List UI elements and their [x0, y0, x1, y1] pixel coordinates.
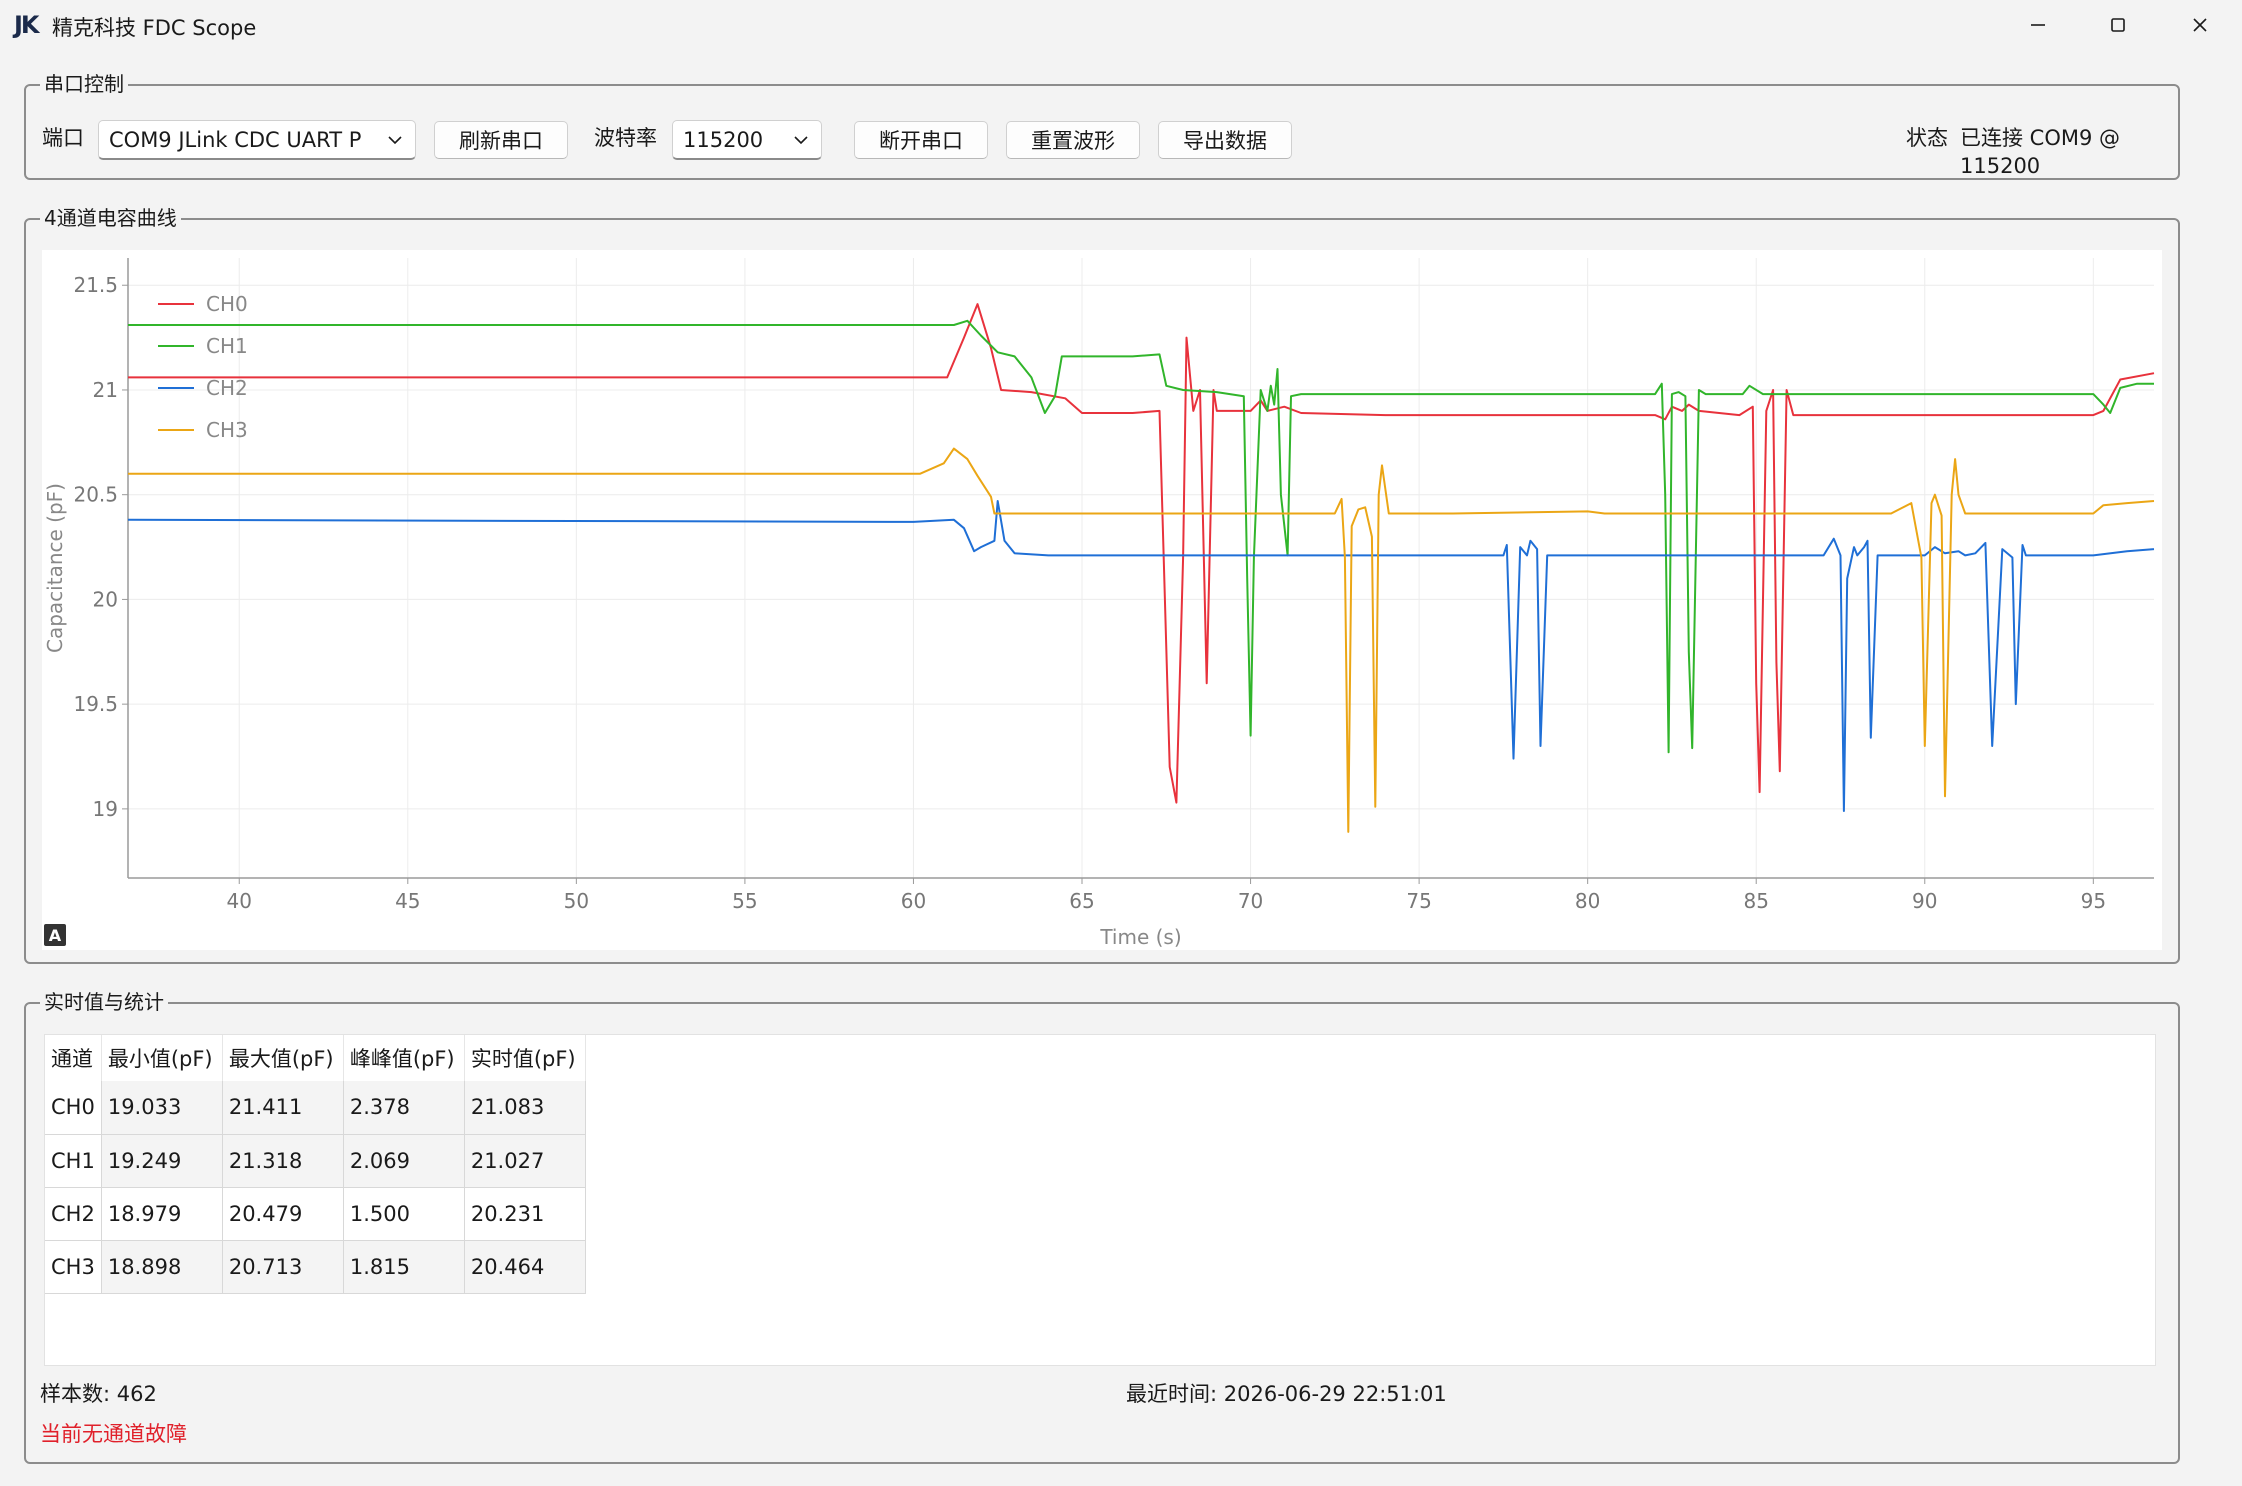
baud-select[interactable]: 115200	[672, 120, 822, 160]
x-tick-label: 55	[732, 889, 757, 913]
cell-peak-peak[interactable]: 1.500	[343, 1187, 465, 1241]
chart-group: 4通道电容曲线 40 45 50 55 60 65 70 75 80 85 90 95 19 19.5 20…	[24, 206, 2180, 964]
cell-peak-peak[interactable]: 2.069	[343, 1134, 465, 1188]
x-tick-label: 60	[901, 889, 926, 913]
table-row[interactable]: CH0 19.033 21.411 2.378 21.083	[45, 1081, 586, 1135]
chevron-down-icon	[388, 136, 402, 145]
port-label: 端口	[42, 126, 84, 150]
x-tick-label: 95	[2081, 889, 2106, 913]
y-tick-label: 21	[93, 378, 118, 402]
cell-max[interactable]: 21.318	[222, 1134, 344, 1188]
cell-peak-peak[interactable]: 1.815	[343, 1240, 465, 1294]
table-row[interactable]: CH3 18.898 20.713 1.815 20.464	[45, 1240, 586, 1294]
y-axis-label: Capacitance (pF)	[43, 483, 67, 653]
stats-table-container: 通道 最小值(pF) 最大值(pF) 峰峰值(pF) 实时值(pF) CH0 1…	[44, 1034, 2156, 1366]
cell-min[interactable]: 18.979	[101, 1187, 223, 1241]
y-tick-label: 19	[93, 797, 118, 821]
capacitance-chart[interactable]: 40 45 50 55 60 65 70 75 80 85 90 95 19 19.5 20 20.5 21 21…	[42, 250, 2162, 950]
disconnect-button[interactable]: 断开串口	[854, 121, 988, 159]
y-tick-label: 20.5	[73, 483, 118, 507]
chart-group-title: 4通道电容曲线	[40, 206, 181, 230]
cell-max[interactable]: 21.411	[222, 1081, 344, 1135]
sample-count: 样本数: 462	[40, 1382, 157, 1406]
auto-range-icon[interactable]: A	[44, 924, 66, 946]
x-tick-label: 85	[1743, 889, 1768, 913]
y-tick-label: 21.5	[73, 273, 118, 297]
cell-min[interactable]: 19.249	[101, 1134, 223, 1188]
cell-realtime[interactable]: 21.027	[464, 1134, 586, 1188]
row-channel: CH0	[45, 1081, 102, 1135]
row-channel: CH1	[45, 1134, 102, 1188]
stats-group-title: 实时值与统计	[40, 990, 168, 1014]
cell-realtime[interactable]: 20.464	[464, 1240, 586, 1294]
close-icon	[2193, 18, 2207, 32]
cell-max[interactable]: 20.479	[222, 1187, 344, 1241]
title-bar: JK 精克科技 FDC Scope	[0, 0, 2242, 50]
x-tick-label: 75	[1406, 889, 1431, 913]
x-tick-label: 40	[227, 889, 252, 913]
last-update-time: 最近时间: 2026-06-29 22:51:01	[1126, 1382, 1447, 1406]
port-select[interactable]: COM9 JLink CDC UART P	[98, 120, 416, 160]
cell-max[interactable]: 20.713	[222, 1240, 344, 1294]
x-tick-label: 90	[1912, 889, 1937, 913]
stats-table: 通道 最小值(pF) 最大值(pF) 峰峰值(pF) 实时值(pF) CH0 1…	[45, 1035, 586, 1294]
table-header-row: 通道 最小值(pF) 最大值(pF) 峰峰值(pF) 实时值(pF)	[45, 1035, 586, 1081]
header-channel: 通道	[45, 1035, 102, 1081]
reset-wave-button[interactable]: 重置波形	[1006, 121, 1140, 159]
legend-label-ch0: CH0	[206, 292, 248, 316]
header-peak-peak: 峰峰值(pF)	[343, 1035, 465, 1081]
window-title: 精克科技 FDC Scope	[52, 16, 257, 40]
x-tick-label: 70	[1238, 889, 1263, 913]
maximize-icon	[2111, 18, 2125, 32]
baud-label: 波特率	[594, 126, 657, 150]
header-realtime: 实时值(pF)	[464, 1035, 586, 1081]
cell-realtime[interactable]: 21.083	[464, 1081, 586, 1135]
serial-control-group: 串口控制 端口 COM9 JLink CDC UART P 刷新串口 波特率 1…	[24, 72, 2180, 180]
x-tick-label: 80	[1575, 889, 1600, 913]
cell-realtime[interactable]: 20.231	[464, 1187, 586, 1241]
stats-group: 实时值与统计 通道 最小值(pF) 最大值(pF) 峰峰值(pF) 实时值(pF…	[24, 990, 2180, 1464]
export-data-button[interactable]: 导出数据	[1158, 121, 1292, 159]
close-button[interactable]	[2162, 0, 2238, 50]
y-tick-label: 19.5	[73, 692, 118, 716]
maximize-button[interactable]	[2080, 0, 2156, 50]
cell-peak-peak[interactable]: 2.378	[343, 1081, 465, 1135]
row-channel: CH2	[45, 1187, 102, 1241]
header-max: 最大值(pF)	[222, 1035, 344, 1081]
chart-area[interactable]: 40 45 50 55 60 65 70 75 80 85 90 95 19 19.5 20 20.5 21 21…	[42, 250, 2162, 950]
x-tick-label: 65	[1069, 889, 1094, 913]
row-channel: CH3	[45, 1240, 102, 1294]
refresh-port-button[interactable]: 刷新串口	[434, 121, 568, 159]
minimize-button[interactable]	[2000, 0, 2076, 50]
table-row[interactable]: CH2 18.979 20.479 1.500 20.231	[45, 1187, 586, 1241]
legend-label-ch3: CH3	[206, 418, 248, 442]
app-logo: JK	[14, 11, 39, 39]
table-row[interactable]: CH1 19.249 21.318 2.069 21.027	[45, 1134, 586, 1188]
fault-status: 当前无通道故障	[40, 1422, 187, 1446]
serial-group-title: 串口控制	[40, 72, 128, 96]
cell-min[interactable]: 19.033	[101, 1081, 223, 1135]
legend-label-ch2: CH2	[206, 376, 248, 400]
baud-select-value: 115200	[683, 127, 764, 152]
x-tick-label: 45	[395, 889, 420, 913]
y-tick-label: 20	[93, 587, 118, 611]
cell-min[interactable]: 18.898	[101, 1240, 223, 1294]
chevron-down-icon	[794, 136, 808, 145]
legend-label-ch1: CH1	[206, 334, 248, 358]
x-axis-label: Time (s)	[1099, 925, 1181, 949]
minimize-icon	[2031, 24, 2045, 26]
status-value: 已连接 COM9 @ 115200	[1960, 126, 2121, 178]
x-tick-label: 50	[564, 889, 589, 913]
header-min: 最小值(pF)	[101, 1035, 223, 1081]
port-select-value: COM9 JLink CDC UART P	[109, 127, 362, 152]
status-label: 状态	[1906, 126, 1948, 150]
